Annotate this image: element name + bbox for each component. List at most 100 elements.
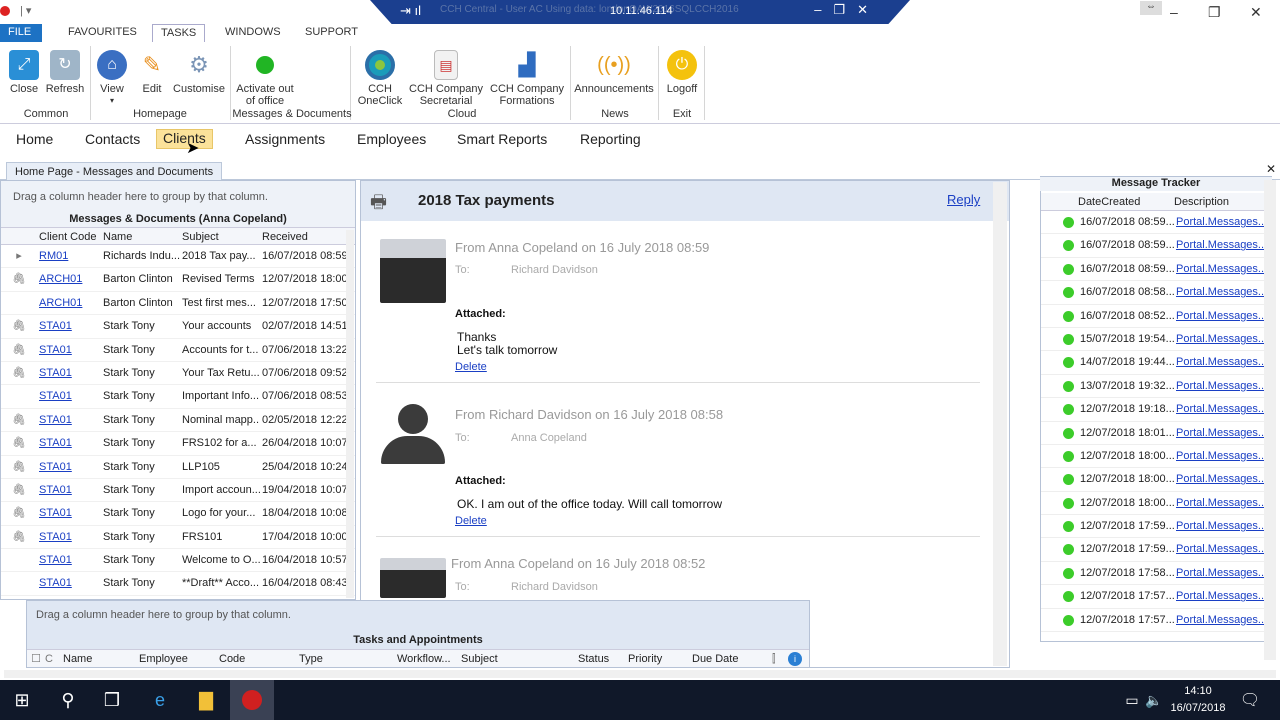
close-tab-icon[interactable]: ✕	[1266, 162, 1276, 176]
tracker-row[interactable]: 12/07/2018 18:00... Portal.Messages....	[1041, 445, 1271, 469]
tracker-row[interactable]: 12/07/2018 17:59... Portal.Messages....	[1041, 515, 1271, 539]
notifications-icon[interactable]: 🗨	[1238, 688, 1262, 712]
close-button[interactable]: ⤢ Close	[4, 44, 44, 95]
refresh-button[interactable]: ↻ Refresh	[44, 44, 86, 95]
col-task-name[interactable]: Name	[59, 650, 139, 667]
reply-link[interactable]: Reply	[947, 192, 980, 207]
horizontal-scrollbar[interactable]	[4, 670, 1276, 678]
col-workflow[interactable]: Workflow...	[397, 650, 461, 667]
delete-link[interactable]: Delete	[455, 361, 487, 373]
tracker-description-link[interactable]: Portal.Messages....	[1176, 562, 1271, 584]
customise-button[interactable]: ⚙ Customise	[172, 44, 226, 95]
client-code-link[interactable]: STA01	[37, 502, 101, 524]
nav-smart-reports[interactable]: Smart Reports	[451, 131, 553, 151]
table-row[interactable]: 🖇 STA01 Stark Tony FRS102 for a... 26/04/201…	[1, 432, 355, 456]
col-description[interactable]: Description	[1174, 193, 1271, 210]
client-code-link[interactable]: STA01	[37, 572, 101, 594]
tracker-row[interactable]: 15/07/2018 19:54... Portal.Messages....	[1041, 328, 1271, 352]
quick-access-chevron-icon[interactable]: | ▾	[20, 4, 31, 17]
col-client-code[interactable]: Client Code	[37, 228, 101, 244]
windows-start-icon[interactable]: ⊞	[10, 688, 34, 712]
left-grid-scrollbar[interactable]	[346, 230, 354, 598]
table-row[interactable]: ARCH01 Barton Clinton Test first mes... 12/…	[1, 292, 355, 316]
tracker-description-link[interactable]: Portal.Messages....	[1176, 585, 1271, 607]
clock-date[interactable]: 16/07/2018	[1170, 702, 1226, 714]
tracker-row[interactable]: 16/07/2018 08:59... Portal.Messages....	[1041, 234, 1271, 258]
table-row[interactable]: 🖇 STA01 Stark Tony Nominal mapp... 02/05/201…	[1, 409, 355, 433]
tracker-description-link[interactable]: Portal.Messages....	[1176, 234, 1271, 256]
client-code-link[interactable]: STA01	[37, 315, 101, 337]
table-row[interactable]: STA01 Stark Tony **Draft** Acco... 16/04/20…	[1, 572, 355, 596]
restore-arrows-icon[interactable]: ⇔	[1140, 1, 1162, 15]
client-code-link[interactable]: STA01	[37, 409, 101, 431]
table-row[interactable]: 🖇 STA01 Stark Tony LLP105 25/04/2018 10:24	[1, 456, 355, 479]
col-code[interactable]: Code	[219, 650, 299, 667]
tracker-description-link[interactable]: Portal.Messages....	[1176, 258, 1271, 280]
tracker-row[interactable]: 13/07/2018 19:32... Portal.Messages....	[1041, 375, 1271, 399]
announcements-button[interactable]: ((•)) Announcements	[574, 44, 654, 95]
menu-tasks[interactable]: TASKS	[152, 24, 206, 42]
tracker-row[interactable]: 16/07/2018 08:58... Portal.Messages....	[1041, 281, 1271, 305]
tracker-row[interactable]: 12/07/2018 18:00... Portal.Messages....	[1041, 468, 1271, 492]
tracker-row[interactable]: 12/07/2018 18:00... Portal.Messages....	[1041, 492, 1271, 516]
col-employee[interactable]: Employee	[139, 650, 219, 667]
nav-reporting[interactable]: Reporting	[574, 131, 647, 151]
tracker-description-link[interactable]: Portal.Messages....	[1176, 492, 1271, 514]
search-icon[interactable]: ⚲	[56, 688, 80, 712]
tracker-description-link[interactable]: Portal.Messages....	[1176, 281, 1271, 303]
cch-oneclick-button[interactable]: CCH OneClick	[355, 44, 405, 107]
tracker-description-link[interactable]: Portal.Messages....	[1176, 609, 1271, 631]
select-all-checkbox[interactable]: ☐	[27, 650, 45, 667]
tracker-description-link[interactable]: Portal.Messages....	[1176, 468, 1271, 490]
minimize-icon[interactable]: –	[1170, 4, 1178, 20]
maximize-icon[interactable]: ❐	[1208, 4, 1221, 21]
table-row[interactable]: 🖇 STA01 Stark Tony Import accoun... 19/04/20…	[1, 479, 355, 503]
client-code-link[interactable]: STA01	[37, 549, 101, 571]
nav-employees[interactable]: Employees	[351, 131, 432, 151]
nav-contacts[interactable]: Contacts	[79, 131, 146, 151]
client-code-link[interactable]: STA01	[37, 362, 101, 384]
tracker-description-link[interactable]: Portal.Messages....	[1176, 375, 1271, 397]
cch-company-secretarial-button[interactable]: ▤ CCH Company Secretarial	[406, 44, 486, 107]
menu-support[interactable]: SUPPORT	[297, 24, 366, 42]
menu-file[interactable]: FILE	[0, 24, 42, 42]
file-explorer-icon[interactable]: ▇	[194, 688, 218, 712]
table-row[interactable]: 🖇 STA01 Stark Tony Logo for your... 18/04/20…	[1, 502, 355, 526]
client-code-link[interactable]: STA01	[37, 479, 101, 501]
message-scrollbar[interactable]	[993, 182, 1007, 666]
tracker-description-link[interactable]: Portal.Messages....	[1176, 328, 1271, 350]
col-date-created[interactable]: DateCreated	[1078, 193, 1174, 210]
table-row[interactable]: 🖇 STA01 Stark Tony Your Tax Retu... 07/06/20…	[1, 362, 355, 386]
col-subject[interactable]: Subject	[461, 650, 578, 667]
menu-windows[interactable]: WINDOWS	[217, 24, 289, 42]
nav-home[interactable]: Home	[10, 131, 59, 151]
col-priority[interactable]: Priority	[628, 650, 692, 667]
table-row[interactable]: 🖇 STA01 Stark Tony Accounts for t... 07/06/2…	[1, 339, 355, 362]
col-status[interactable]: Status	[578, 650, 628, 667]
client-code-link[interactable]: STA01	[37, 432, 101, 454]
col-type[interactable]: Type	[299, 650, 397, 667]
tracker-description-link[interactable]: Portal.Messages....	[1176, 211, 1271, 233]
internet-explorer-icon[interactable]: e	[148, 688, 172, 712]
tracker-row[interactable]: 12/07/2018 17:57... Portal.Messages....	[1041, 585, 1271, 609]
table-row[interactable]: ▸ RM01 Richards Indu... 2018 Tax pay... 16/0…	[1, 245, 355, 269]
cch-app-taskbar-button[interactable]	[230, 680, 274, 720]
tracker-description-link[interactable]: Portal.Messages....	[1176, 515, 1271, 537]
tracker-description-link[interactable]: Portal.Messages....	[1176, 445, 1271, 467]
logoff-button[interactable]: ⏻ Logoff	[662, 44, 702, 95]
col-received[interactable]: Received	[260, 228, 354, 244]
tab-home-page[interactable]: Home Page - Messages and Documents	[6, 162, 223, 180]
menu-favourites[interactable]: FAVOURITES	[60, 24, 145, 42]
table-row[interactable]: STA01 Stark Tony Important Info... 07/06/20…	[1, 385, 355, 409]
tracker-row[interactable]: 12/07/2018 19:18... Portal.Messages....	[1041, 398, 1271, 422]
task-view-icon[interactable]: ❒	[100, 688, 124, 712]
tracker-row[interactable]: 12/07/2018 17:59... Portal.Messages....	[1041, 538, 1271, 562]
table-row[interactable]: 🖇 ARCH01 Barton Clinton Revised Terms 12/07/…	[1, 268, 355, 292]
nav-assignments[interactable]: Assignments	[239, 131, 331, 151]
col-name[interactable]: Name	[101, 228, 180, 244]
client-code-link[interactable]: STA01	[37, 385, 101, 407]
info-icon[interactable]: i	[788, 652, 802, 666]
close-icon[interactable]: ✕	[1250, 4, 1262, 21]
pin-icon[interactable]: ⇥ ıl	[400, 3, 421, 19]
tracker-description-link[interactable]: Portal.Messages....	[1176, 398, 1271, 420]
